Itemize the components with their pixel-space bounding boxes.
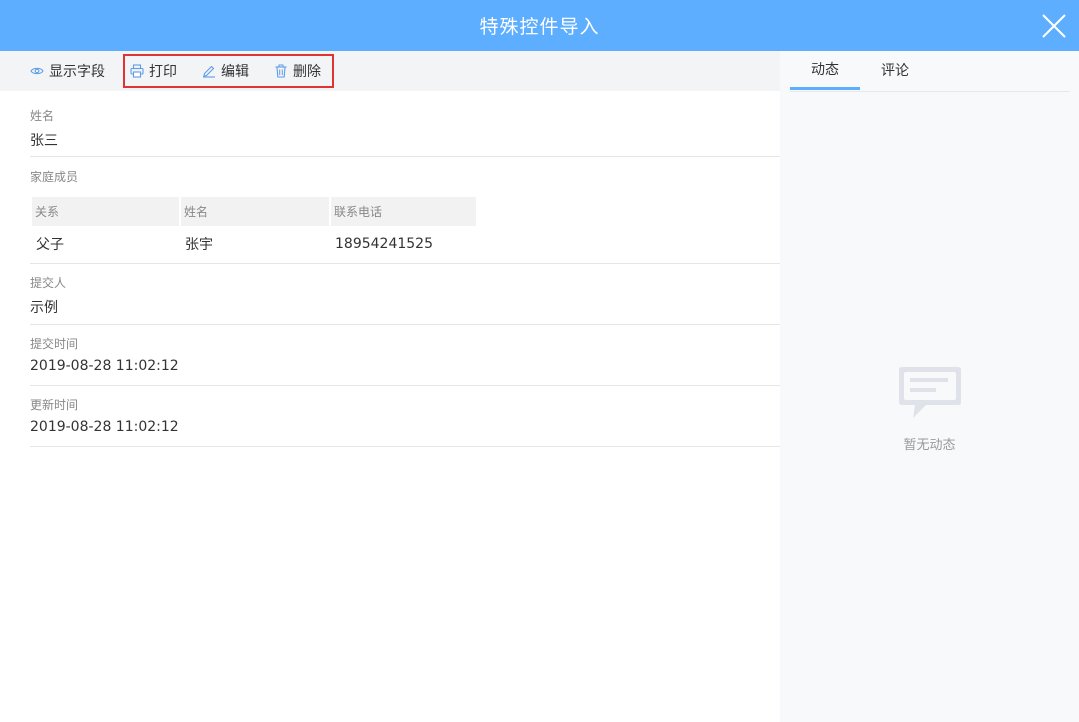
table-cell: 父子 xyxy=(36,236,64,253)
field-family: 家庭成员 关系 姓名 联系电话 父子 张宇 18954241525 xyxy=(30,157,780,264)
empty-text: 暂无动态 xyxy=(903,438,956,453)
field-submit-time: 提交时间 2019-08-28 11:02:12 xyxy=(30,325,780,386)
pencil-icon xyxy=(203,65,215,78)
dialog-header: 特殊控件导入 xyxy=(0,0,1079,51)
table-header-row: 关系 姓名 联系电话 xyxy=(32,197,476,226)
field-value: 2019-08-28 11:02:12 xyxy=(30,358,179,374)
field-label: 更新时间 xyxy=(30,398,79,412)
show-fields-label: 显示字段 xyxy=(49,64,105,80)
table-cell: 张宇 xyxy=(185,236,213,253)
delete-label: 删除 xyxy=(293,64,321,80)
detail-panel: 显示字段 打印 编辑 删除 姓名 张三 家庭成员 关系 姓名 联系电话 父子 张… xyxy=(0,51,780,722)
edit-label: 编辑 xyxy=(221,64,249,80)
field-update-time: 更新时间 2019-08-28 11:02:12 xyxy=(30,386,780,447)
print-button[interactable]: 打印 xyxy=(130,51,177,91)
table-row: 父子 张宇 18954241525 xyxy=(32,226,476,261)
show-fields-button[interactable]: 显示字段 xyxy=(30,51,105,91)
activity-panel: 动态 评论 暂无动态 xyxy=(780,51,1079,722)
field-value: 示例 xyxy=(30,300,58,316)
column-header: 姓名 xyxy=(181,197,331,226)
column-header: 联系电话 xyxy=(331,197,476,226)
field-name: 姓名 张三 xyxy=(30,91,780,157)
eye-icon xyxy=(30,67,44,75)
field-label: 姓名 xyxy=(30,109,55,123)
dialog-title: 特殊控件导入 xyxy=(479,16,600,38)
activity-tabs: 动态 评论 xyxy=(790,51,1070,92)
printer-icon xyxy=(130,64,144,78)
delete-button[interactable]: 删除 xyxy=(274,51,321,91)
family-table: 关系 姓名 联系电话 父子 张宇 18954241525 xyxy=(32,197,476,261)
column-header: 关系 xyxy=(32,197,181,226)
field-value: 2019-08-28 11:02:12 xyxy=(30,419,179,435)
field-label: 提交时间 xyxy=(30,337,79,351)
tab-comments[interactable]: 评论 xyxy=(860,51,930,89)
chat-bubble-icon xyxy=(898,367,961,418)
toolbar: 显示字段 打印 编辑 删除 xyxy=(0,51,780,91)
field-submitter: 提交人 示例 xyxy=(30,264,780,325)
field-label: 家庭成员 xyxy=(30,170,79,184)
table-cell: 18954241525 xyxy=(335,235,433,252)
trash-icon xyxy=(275,64,287,78)
tab-activity[interactable]: 动态 xyxy=(790,51,860,90)
field-value: 张三 xyxy=(30,133,58,149)
close-icon[interactable] xyxy=(1041,13,1067,39)
field-label: 提交人 xyxy=(30,276,67,290)
empty-state: 暂无动态 xyxy=(780,364,1079,453)
print-label: 打印 xyxy=(149,64,177,80)
edit-button[interactable]: 编辑 xyxy=(202,51,249,91)
